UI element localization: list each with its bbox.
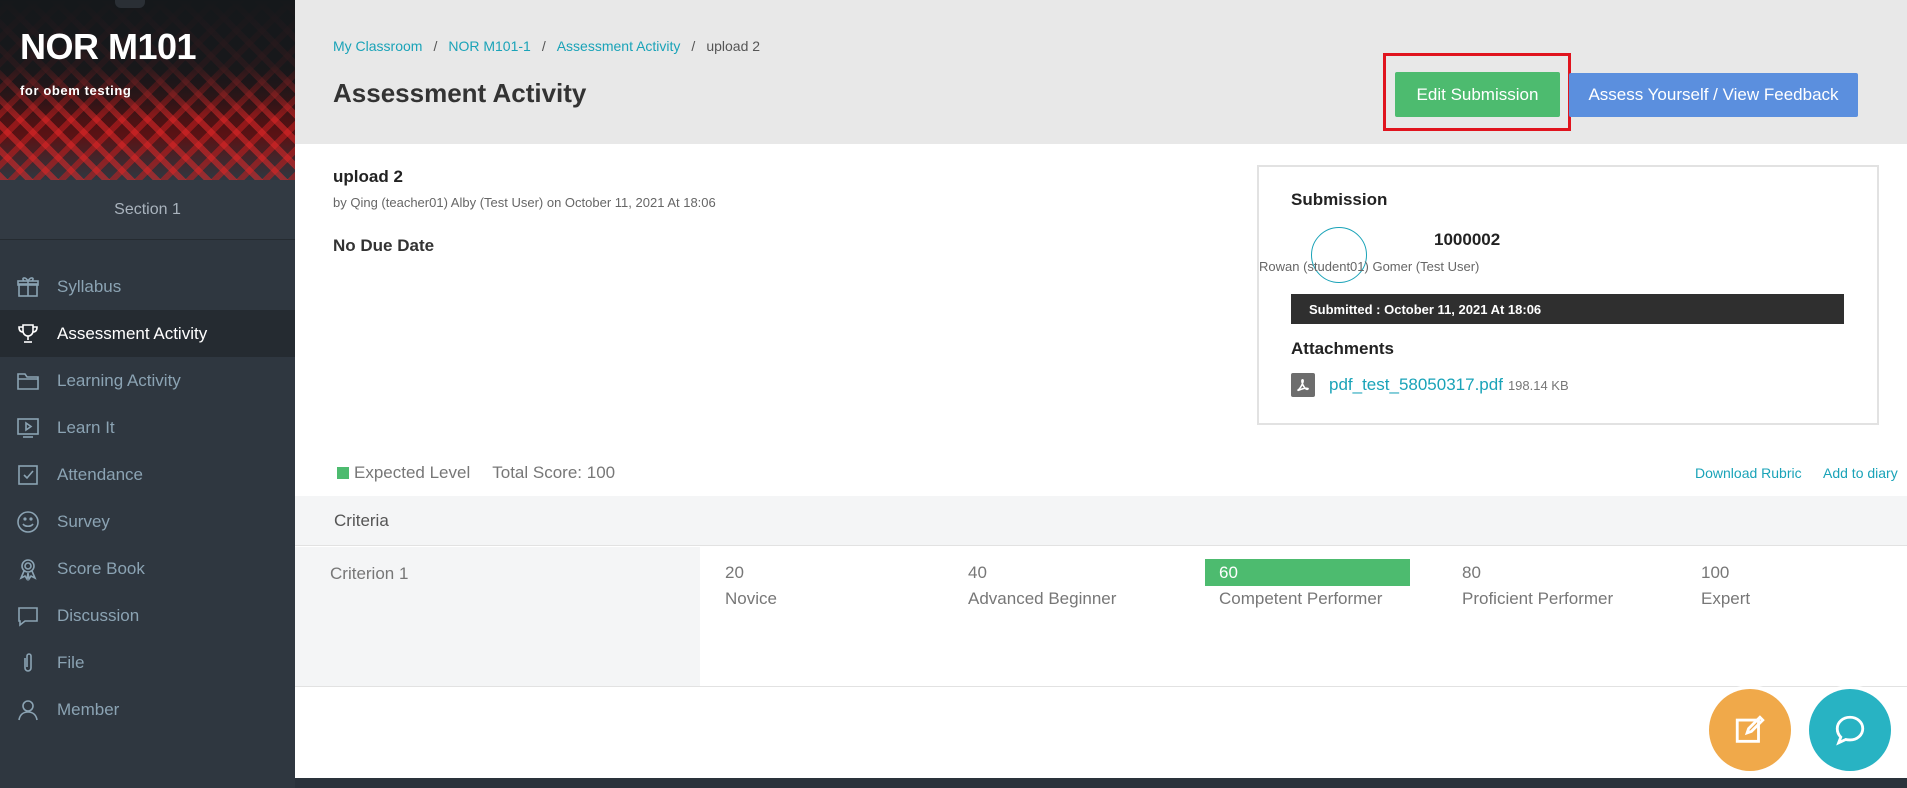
user-icon <box>15 697 41 723</box>
attachments-title: Attachments <box>1291 339 1394 358</box>
play-screen-icon <box>15 415 41 441</box>
avatar <box>1311 227 1367 283</box>
level-advanced-beginner[interactable]: 40 Advanced Beginner <box>954 559 1159 619</box>
folder-icon <box>15 368 41 394</box>
criterion-name: Criterion 1 <box>295 547 700 686</box>
sidebar-item-label: Score Book <box>57 558 145 578</box>
chat-bubble-icon <box>1835 715 1865 746</box>
level-score: 100 <box>1701 563 1730 582</box>
expected-level-label: Expected Level <box>354 463 471 482</box>
activity-meta: by Qing (teacher01) Alby (Test User) on … <box>333 195 716 210</box>
note-fab-button[interactable] <box>1709 689 1791 771</box>
sidebar-item-label: Learn It <box>57 417 115 437</box>
sidebar-item-score-book[interactable]: Score Book <box>0 545 295 592</box>
activity-name: upload 2 <box>333 167 403 186</box>
sidebar-item-label: Survey <box>57 511 110 531</box>
edit-note-icon <box>1735 715 1765 743</box>
submission-card: Submission 1000002 Rowan (student01) Gom… <box>1257 165 1879 425</box>
sidebar-item-label: Assessment Activity <box>57 323 208 343</box>
rubric-legend: Expected Level Total Score: 100 <box>337 463 615 483</box>
level-score: 60 <box>1205 559 1410 586</box>
sidebar-nav: Syllabus Assessment Activity Learning Ac… <box>0 263 295 733</box>
sidebar-item-member[interactable]: Member <box>0 686 295 733</box>
assess-yourself-button[interactable]: Assess Yourself / View Feedback <box>1569 73 1858 117</box>
chat-fab-button[interactable] <box>1809 689 1891 771</box>
student-id: 1000002 <box>1434 230 1501 249</box>
breadcrumb-separator: / <box>541 38 546 54</box>
section-label[interactable]: Section 1 <box>0 180 295 240</box>
criteria-header: Criteria <box>295 496 1907 546</box>
checkbox-icon <box>15 462 41 488</box>
breadcrumb-separator: / <box>433 38 438 54</box>
breadcrumb-current: upload 2 <box>706 38 761 54</box>
sidebar-item-file[interactable]: File <box>0 639 295 686</box>
due-date: No Due Date <box>333 236 435 255</box>
breadcrumb-assessment-activity[interactable]: Assessment Activity <box>557 38 681 54</box>
level-score: 80 <box>1462 563 1481 582</box>
level-label: Proficient Performer <box>1462 589 1614 608</box>
add-to-diary-link[interactable]: Add to diary <box>1823 465 1898 481</box>
sidebar-item-learning-activity[interactable]: Learning Activity <box>0 357 295 404</box>
attachment-item: pdf_test_58050317.pdf 198.14 KB <box>1291 373 1569 397</box>
award-icon <box>15 556 41 582</box>
smiley-icon <box>15 509 41 535</box>
trophy-icon <box>15 321 41 347</box>
sidebar-item-label: File <box>57 652 85 672</box>
breadcrumb-my-classroom[interactable]: My Classroom <box>333 38 422 54</box>
sidebar-item-label: Learning Activity <box>57 370 181 390</box>
sidebar-item-learn-it[interactable]: Learn It <box>0 404 295 451</box>
course-title: NOR M101 <box>20 26 197 67</box>
breadcrumb-separator: / <box>691 38 696 54</box>
page-header: My Classroom / NOR M101-1 / Assessment A… <box>295 0 1907 144</box>
attachment-size: 198.14 KB <box>1507 377 1569 393</box>
criterion-row: Criterion 1 20 Novice 40 Advanced Beginn… <box>295 547 1907 687</box>
level-label: Novice <box>725 589 777 608</box>
pdf-icon <box>1291 373 1315 397</box>
level-novice[interactable]: 20 Novice <box>711 559 916 619</box>
sidebar-item-discussion[interactable]: Discussion <box>0 592 295 639</box>
sidebar-item-label: Syllabus <box>57 276 122 296</box>
course-subtitle: for obem testing <box>20 83 132 98</box>
level-score: 40 <box>968 563 987 582</box>
sidebar-item-syllabus[interactable]: Syllabus <box>0 263 295 310</box>
sidebar: NOR M101 for obem testing Section 1 Syll… <box>0 0 295 788</box>
download-rubric-link[interactable]: Download Rubric <box>1695 465 1802 481</box>
edit-submission-button[interactable]: Edit Submission <box>1395 72 1560 117</box>
sidebar-item-survey[interactable]: Survey <box>0 498 295 545</box>
gift-icon <box>15 274 41 300</box>
level-competent-performer[interactable]: 60 Competent Performer <box>1205 559 1410 619</box>
page-title: Assessment Activity <box>333 78 587 108</box>
level-expert[interactable]: 100 Expert <box>1687 559 1892 619</box>
sidebar-item-label: Attendance <box>57 464 144 484</box>
level-label: Expert <box>1701 589 1751 608</box>
sidebar-item-assessment-activity[interactable]: Assessment Activity <box>0 310 295 357</box>
attachment-link[interactable]: pdf_test_58050317.pdf <box>1329 375 1503 395</box>
level-label: Competent Performer <box>1219 589 1383 608</box>
main-content: My Classroom / NOR M101-1 / Assessment A… <box>295 0 1907 778</box>
breadcrumb-course[interactable]: NOR M101-1 <box>448 38 530 54</box>
expected-level-swatch <box>337 467 349 479</box>
paperclip-icon <box>15 650 41 676</box>
edit-submission-highlight: Edit Submission <box>1383 53 1571 131</box>
course-banner: NOR M101 for obem testing <box>0 0 295 180</box>
student-name: Rowan (student01) Gomer (Test User) <box>1259 259 1480 274</box>
speech-bubble-icon <box>15 603 41 629</box>
bottom-strip <box>295 778 1907 788</box>
level-proficient-performer[interactable]: 80 Proficient Performer <box>1448 559 1653 619</box>
submitted-timestamp: Submitted : October 11, 2021 At 18:06 <box>1291 294 1844 324</box>
sidebar-item-label: Member <box>57 699 120 719</box>
level-label: Advanced Beginner <box>968 589 1117 608</box>
sidebar-item-label: Discussion <box>57 605 140 625</box>
breadcrumb: My Classroom / NOR M101-1 / Assessment A… <box>333 38 760 54</box>
level-score: 20 <box>725 563 744 582</box>
total-score: Total Score: 100 <box>492 463 616 482</box>
submission-title: Submission <box>1291 190 1388 209</box>
sidebar-item-attendance[interactable]: Attendance <box>0 451 295 498</box>
